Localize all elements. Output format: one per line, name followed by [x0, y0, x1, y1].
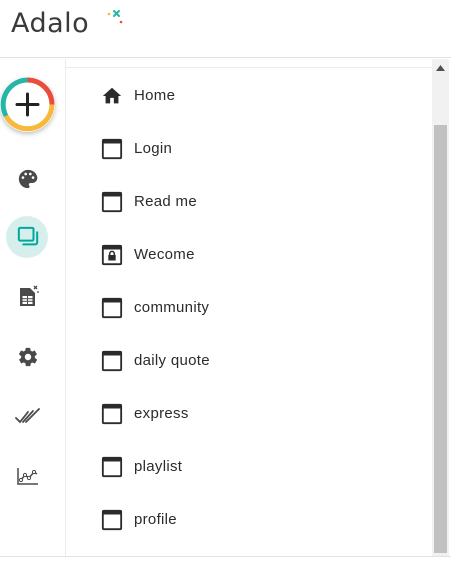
screen-item-read-me[interactable]: Read me — [66, 175, 432, 228]
home-icon — [102, 87, 122, 103]
screens-button[interactable] — [0, 212, 56, 262]
palette-icon — [18, 169, 38, 189]
left-toolbar — [0, 59, 66, 556]
screen-item-express[interactable]: express — [66, 387, 432, 440]
screen-icon — [101, 138, 123, 159]
screen-label: Read me — [134, 193, 197, 210]
screen-label: community — [134, 299, 210, 316]
logo-text: Adalo — [11, 8, 90, 39]
screen-label: Wecome — [134, 246, 195, 263]
divider — [0, 556, 451, 557]
screen-icon — [101, 403, 123, 424]
analytics-button[interactable] — [0, 451, 56, 501]
publish-button[interactable] — [0, 392, 56, 442]
screen-item-community[interactable]: community — [66, 281, 432, 334]
screen-label: daily quote — [134, 352, 210, 369]
scroll-up-button[interactable] — [432, 59, 449, 76]
screen-icon — [101, 456, 123, 477]
screen-item-wecome[interactable]: Wecome — [66, 228, 432, 281]
screen-item-login[interactable]: Login — [66, 122, 432, 175]
screen-item-playlist[interactable]: playlist — [66, 440, 432, 493]
screen-label: playlist — [134, 458, 183, 475]
scroll-thumb[interactable] — [434, 125, 447, 553]
screens-icon — [17, 226, 39, 246]
triangle-up-icon — [436, 64, 445, 71]
sparkle-icon — [107, 10, 123, 24]
analytics-icon — [17, 468, 38, 485]
plus-icon — [0, 77, 55, 132]
screen-label: Home — [134, 87, 176, 104]
screen-icon — [101, 191, 123, 212]
screen-item-daily-quote[interactable]: daily quote — [66, 334, 432, 387]
double-check-icon — [15, 408, 40, 424]
screen-item-home[interactable]: Home — [66, 69, 432, 122]
screen-label: profile — [134, 511, 177, 528]
settings-button[interactable] — [0, 332, 56, 382]
screens-list: Home Login Read me Wecome community dail… — [66, 59, 432, 556]
screen-label: Login — [134, 140, 173, 157]
screen-icon — [101, 350, 123, 371]
database-button[interactable] — [0, 272, 56, 322]
divider — [66, 67, 432, 68]
adalo-logo[interactable]: Adalo — [11, 6, 123, 42]
list-scrollbar[interactable] — [432, 59, 449, 556]
app-header: Adalo — [0, 0, 451, 58]
database-icon — [20, 285, 39, 306]
locked-screen-icon — [101, 244, 123, 265]
screen-icon — [101, 509, 123, 530]
screen-icon — [101, 297, 123, 318]
add-component-button[interactable] — [0, 77, 55, 132]
branding-button[interactable] — [0, 154, 56, 204]
screen-label: express — [134, 405, 189, 422]
screen-item-profile[interactable]: profile — [66, 493, 432, 546]
gear-icon — [18, 347, 38, 367]
